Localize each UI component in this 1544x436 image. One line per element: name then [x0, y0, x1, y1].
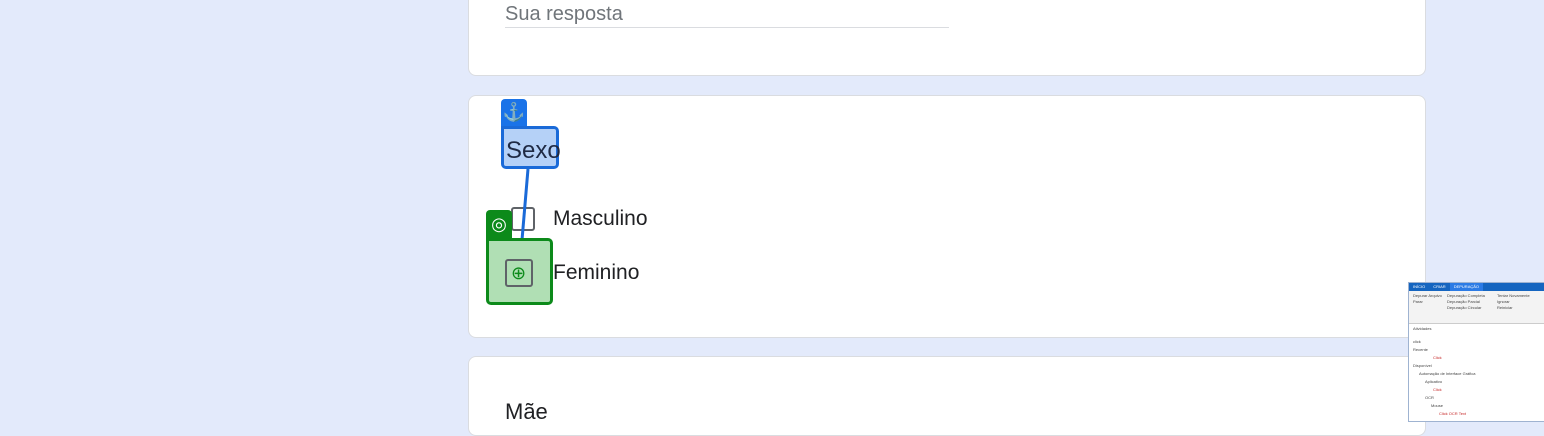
thumb-tree-item[interactable]: Mouse	[1431, 403, 1443, 408]
studio-thumbnail[interactable]: INÍCIO CRIAR DEPURAÇÃO Depurar Arquivo P…	[1408, 282, 1544, 422]
anchor-label: Sexo	[506, 137, 561, 164]
option-label-masculino: Masculino	[553, 207, 648, 230]
question-title-mae: Mãe	[505, 399, 548, 424]
answer-placeholder[interactable]: Sua resposta	[505, 3, 623, 26]
question-card-previous: Sua resposta	[468, 0, 1426, 76]
target-icon: ◎	[486, 210, 512, 238]
anchor-highlight: Sexo	[501, 126, 561, 169]
thumb-ribbon-item: Ignorar	[1497, 299, 1510, 304]
thumb-tree-item[interactable]: Click	[1433, 355, 1442, 360]
thumb-search[interactable]: click	[1413, 339, 1421, 344]
thumb-ribbon-item: Depuração Completa	[1447, 293, 1485, 298]
thumb-tab-criar: CRIAR	[1433, 284, 1446, 289]
answer-underline	[505, 27, 949, 28]
thumb-tree-item[interactable]: OCR	[1425, 395, 1434, 400]
thumb-ribbon-item: Tentar Novamente	[1497, 293, 1530, 298]
thumb-ribbon-item: Depuração Circular	[1447, 305, 1482, 310]
thumb-ribbon-item: Reiniciar	[1497, 305, 1513, 310]
thumb-tab-inicio: INÍCIO	[1413, 284, 1426, 289]
thumb-tree-item[interactable]: Disponível	[1413, 363, 1432, 368]
thumb-ribbon: Depurar Arquivo Parar Depuração Completa…	[1409, 291, 1544, 324]
thumb-ribbon-item: Parar	[1413, 299, 1423, 304]
thumb-panel-title: Atividades	[1413, 326, 1432, 331]
thumb-tree-item[interactable]: Click	[1433, 387, 1442, 392]
thumb-tab-depuracao: DEPURAÇÃO	[1449, 283, 1484, 291]
crosshair-icon: ⊕	[511, 263, 527, 283]
thumb-tree-item[interactable]: Automação de Interface Gráfica	[1419, 371, 1475, 376]
option-label-feminino: Feminino	[553, 261, 640, 284]
question-card-sexo: Masculino Feminino	[468, 95, 1426, 338]
checkbox-feminino[interactable]: ⊕	[505, 259, 533, 287]
thumb-ribbon-item: Depurar Arquivo	[1413, 293, 1442, 298]
checkbox-masculino[interactable]	[511, 207, 535, 231]
question-card-mae: Mãe	[468, 356, 1426, 436]
anchor-icon: ⚓	[501, 99, 527, 126]
thumb-tree-item[interactable]: Recente	[1413, 347, 1428, 352]
thumb-ribbon-item: Depuração Parcial	[1447, 299, 1480, 304]
thumb-tree-item[interactable]: Aplicativo	[1425, 379, 1442, 384]
